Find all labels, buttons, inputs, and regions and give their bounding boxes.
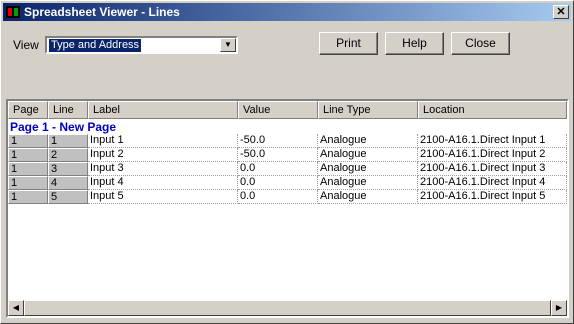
- cell-value[interactable]: 0.0: [238, 176, 318, 190]
- cell-label[interactable]: Input 2: [88, 148, 238, 162]
- column-header-value[interactable]: Value: [238, 101, 318, 119]
- cell-line-type[interactable]: Analogue: [318, 148, 418, 162]
- cell-line: 3: [48, 162, 88, 176]
- scrollbar-thumb[interactable]: [24, 300, 551, 316]
- cell-label[interactable]: Input 4: [88, 176, 238, 190]
- cell-line-type[interactable]: Analogue: [318, 134, 418, 148]
- close-window-button[interactable]: ✕: [553, 5, 569, 19]
- cell-line-type[interactable]: Analogue: [318, 176, 418, 190]
- table-row[interactable]: 1 1 Input 1 -50.0 Analogue 2100-A16.1.Di…: [8, 134, 567, 148]
- cell-line: 4: [48, 176, 88, 190]
- cell-line-type[interactable]: Analogue: [318, 162, 418, 176]
- column-header-page[interactable]: Page: [8, 101, 48, 119]
- chevron-down-icon[interactable]: ▼: [220, 38, 236, 52]
- column-header-label[interactable]: Label: [88, 101, 238, 119]
- cell-page: 1: [8, 162, 48, 176]
- cell-location[interactable]: 2100-A16.1.Direct Input 2: [418, 148, 567, 162]
- cell-line-type[interactable]: Analogue: [318, 190, 418, 204]
- help-button[interactable]: Help: [385, 32, 444, 55]
- cell-value[interactable]: 0.0: [238, 190, 318, 204]
- table-row[interactable]: 1 4 Input 4 0.0 Analogue 2100-A16.1.Dire…: [8, 176, 567, 190]
- column-header-line[interactable]: Line: [48, 101, 88, 119]
- cell-location[interactable]: 2100-A16.1.Direct Input 1: [418, 134, 567, 148]
- cell-label[interactable]: Input 3: [88, 162, 238, 176]
- cell-page: 1: [8, 190, 48, 204]
- spreadsheet-viewer-window: Spreadsheet Viewer - Lines ✕ View Type a…: [0, 0, 574, 324]
- cell-value[interactable]: -50.0: [238, 134, 318, 148]
- cell-value[interactable]: 0.0: [238, 162, 318, 176]
- column-header-location[interactable]: Location: [418, 101, 567, 119]
- scroll-right-icon[interactable]: ▶: [551, 300, 567, 316]
- cell-page: 1: [8, 148, 48, 162]
- title-bar[interactable]: Spreadsheet Viewer - Lines ✕: [3, 3, 571, 21]
- table-row[interactable]: 1 3 Input 3 0.0 Analogue 2100-A16.1.Dire…: [8, 162, 567, 176]
- view-selected-value: Type and Address: [49, 39, 142, 52]
- cell-location[interactable]: 2100-A16.1.Direct Input 4: [418, 176, 567, 190]
- cell-line: 1: [48, 134, 88, 148]
- cell-page: 1: [8, 134, 48, 148]
- cell-label[interactable]: Input 5: [88, 190, 238, 204]
- cell-label[interactable]: Input 1: [88, 134, 238, 148]
- view-dropdown[interactable]: Type and Address ▼: [45, 36, 238, 54]
- app-icon: [6, 6, 20, 18]
- scroll-left-icon[interactable]: ◀: [8, 300, 24, 316]
- cell-line: 2: [48, 148, 88, 162]
- close-button[interactable]: Close: [451, 32, 510, 55]
- cell-line: 5: [48, 190, 88, 204]
- cell-location[interactable]: 2100-A16.1.Direct Input 3: [418, 162, 567, 176]
- horizontal-scrollbar[interactable]: ◀ ▶: [8, 300, 567, 316]
- column-header-line-type[interactable]: Line Type: [318, 101, 418, 119]
- window-title: Spreadsheet Viewer - Lines: [24, 5, 180, 19]
- grid-header: Page Line Label Value Line Type Location: [8, 101, 567, 119]
- lines-grid[interactable]: Page Line Label Value Line Type Location…: [6, 99, 569, 318]
- view-label: View: [13, 38, 39, 52]
- table-row[interactable]: 1 5 Input 5 0.0 Analogue 2100-A16.1.Dire…: [8, 190, 567, 204]
- page-group-title: Page 1 - New Page: [10, 120, 117, 134]
- table-row[interactable]: 1 2 Input 2 -50.0 Analogue 2100-A16.1.Di…: [8, 148, 567, 162]
- cell-location[interactable]: 2100-A16.1.Direct Input 5: [418, 190, 567, 204]
- print-button[interactable]: Print: [319, 32, 378, 55]
- cell-page: 1: [8, 176, 48, 190]
- cell-value[interactable]: -50.0: [238, 148, 318, 162]
